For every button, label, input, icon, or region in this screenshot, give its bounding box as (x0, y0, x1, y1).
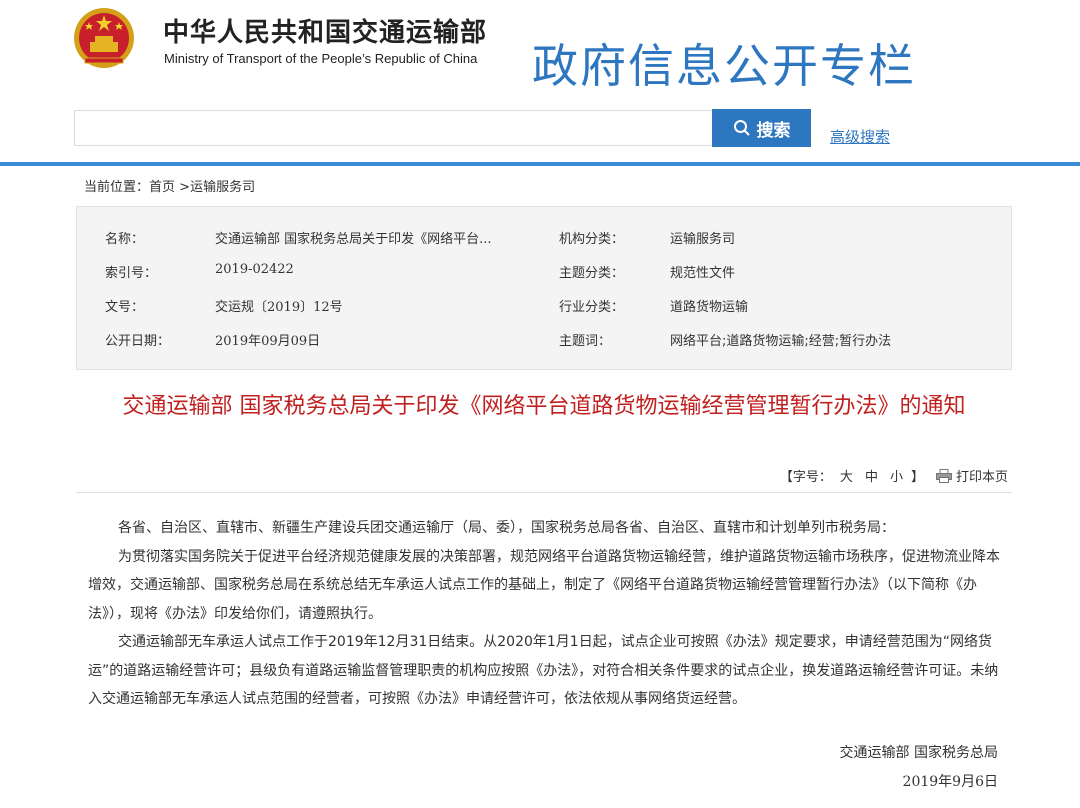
document-info-panel: 名称： 交通运输部 国家税务总局关于印发《网络平台... 机构分类： 运输服务司… (76, 206, 1012, 370)
info-value: 2019年09月09日 (215, 334, 321, 349)
header-divider (0, 162, 1080, 166)
info-row: 公开日期： 2019年09月09日 主题词： 网络平台;道路货物运输;经营;暂行… (77, 322, 1013, 352)
breadcrumb: 当前位置：首页 >运输服务司 (84, 176, 255, 195)
info-label: 文号： (105, 300, 145, 315)
font-size-small-button[interactable]: 小 (886, 466, 907, 485)
national-emblem-icon (74, 8, 134, 68)
title-divider (76, 492, 1012, 493)
column-title: 政府信息公开专栏 (532, 39, 916, 93)
info-value: 2019-02422 (215, 262, 294, 277)
font-size-end: 】 (910, 470, 924, 485)
info-value: 运输服务司 (670, 232, 736, 247)
article-tools: 【字号： 大 中 小 】 打印本页 (780, 466, 1008, 485)
search-input[interactable] (74, 110, 714, 146)
ministry-name-en: Ministry of Transport of the People’s Re… (164, 51, 478, 66)
breadcrumb-prefix: 当前位置： (84, 180, 150, 195)
info-row: 索引号： 2019-02422 主题分类： 规范性文件 (77, 254, 1013, 284)
info-value: 规范性文件 (670, 266, 736, 281)
info-label: 行业分类： (559, 300, 625, 315)
search-button-label: 搜索 (756, 120, 791, 140)
info-label: 机构分类： (559, 232, 625, 247)
info-label: 主题分类： (559, 266, 625, 281)
info-value: 道路货物运输 (670, 300, 749, 315)
article-signature: 交通运输部 国家税务总局 (839, 745, 998, 761)
breadcrumb-current[interactable]: 运输服务司 (190, 180, 255, 195)
print-button[interactable]: 打印本页 (935, 466, 1008, 485)
printer-icon (935, 468, 952, 483)
article-date: 2019年9月6日 (902, 774, 998, 790)
font-size-large-button[interactable]: 大 (836, 466, 857, 485)
breadcrumb-separator: > (175, 180, 191, 195)
info-label: 公开日期： (105, 334, 171, 349)
article-title: 交通运输部 国家税务总局关于印发《网络平台道路货物运输经营管理暂行办法》的通知 (122, 394, 966, 419)
info-label: 名称： (105, 232, 145, 247)
article-paragraph: 为贯彻落实国务院关于促进平台经济规范健康发展的决策部署，规范网络平台道路货物运输… (88, 548, 1000, 622)
ministry-name-cn: 中华人民共和国交通运输部 (163, 18, 488, 48)
info-label: 主题词： (559, 334, 612, 349)
font-size-medium-button[interactable]: 中 (861, 466, 882, 485)
font-size-label: 【字号： (779, 470, 832, 485)
article-paragraph: 交通运输部无车承运人试点工作于2019年12月31日结束。从2020年1月1日起… (88, 634, 999, 707)
article-paragraph: 各省、自治区、直辖市、新疆生产建设兵团交通运输厅（局、委），国家税务总局各省、自… (118, 520, 895, 536)
search-icon (733, 120, 750, 136)
print-label: 打印本页 (955, 470, 1008, 485)
breadcrumb-home[interactable]: 首页 (149, 180, 175, 195)
info-value: 交运规〔2019〕12号 (215, 300, 343, 315)
info-label: 索引号： (105, 266, 158, 281)
header: 中华人民共和国交通运输部 Ministry of Transport of th… (0, 0, 1080, 162)
article-body: 各省、自治区、直辖市、新疆生产建设兵团交通运输厅（局、委），国家税务总局各省、自… (88, 514, 1004, 714)
info-value: 交通运输部 国家税务总局关于印发《网络平台... (215, 232, 492, 247)
info-row: 名称： 交通运输部 国家税务总局关于印发《网络平台... 机构分类： 运输服务司 (77, 220, 1013, 250)
search-button[interactable]: 搜索 (712, 109, 811, 147)
info-value: 网络平台;道路货物运输;经营;暂行办法 (670, 334, 892, 349)
info-row: 文号： 交运规〔2019〕12号 行业分类： 道路货物运输 (77, 288, 1013, 318)
advanced-search-link[interactable]: 高级搜索 (830, 126, 890, 147)
